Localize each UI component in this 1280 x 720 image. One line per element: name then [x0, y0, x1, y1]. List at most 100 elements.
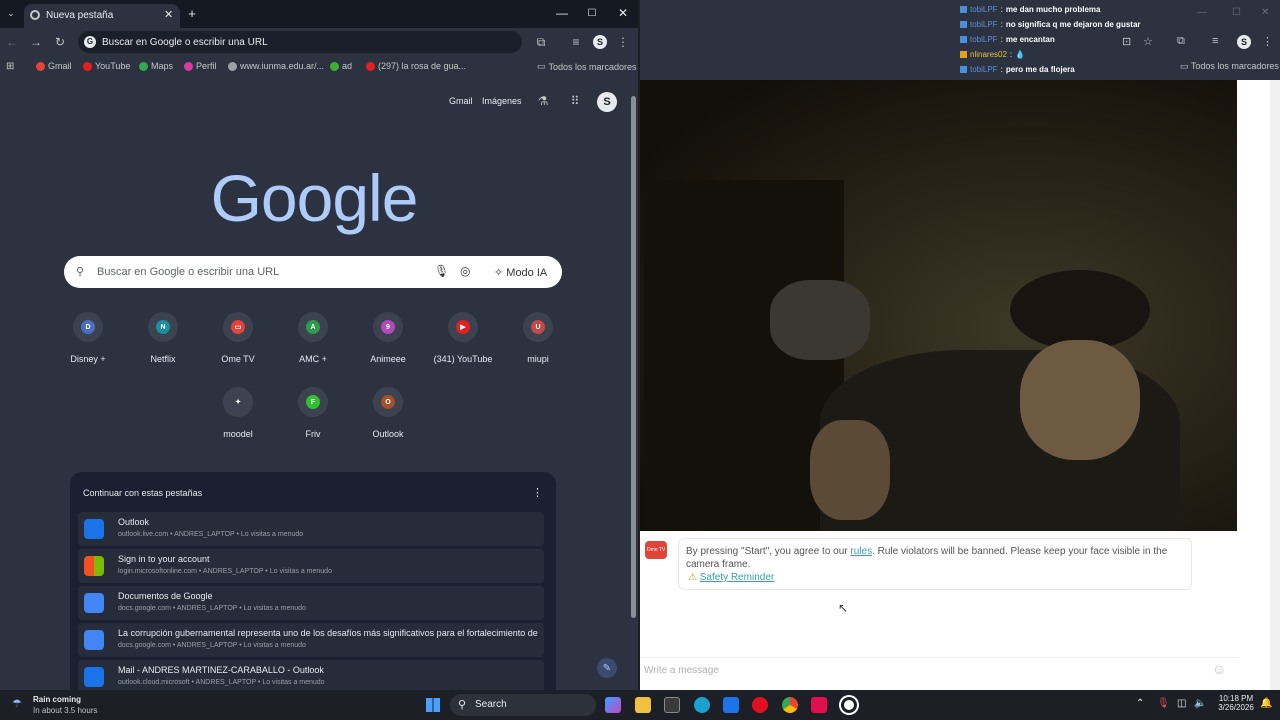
shortcut-circle: ▭: [223, 312, 253, 342]
back-icon[interactable]: ←: [6, 35, 18, 49]
volume-icon[interactable]: 🔈: [1194, 698, 1206, 709]
media-icon[interactable]: ≡: [1212, 35, 1218, 47]
reload-icon[interactable]: ↻: [54, 35, 66, 49]
forward-icon[interactable]: →: [30, 35, 42, 49]
bookmark-rosa[interactable]: (297) la rosa de gua...: [366, 61, 466, 71]
menu-icon[interactable]: ⋮: [617, 35, 629, 49]
minimize-icon[interactable]: —: [1197, 7, 1207, 18]
continue-item[interactable]: Mail - ANDRES MARTINEZ-CARABALLO - Outlo…: [78, 660, 544, 694]
omnibox[interactable]: G Buscar en Google o escribir una URL: [78, 31, 522, 53]
bookmark-label: www.iunma.edu.ar/...: [240, 61, 325, 71]
media-icon[interactable]: ≡: [569, 35, 583, 49]
tab-new-tab[interactable]: Nueva pestaña ✕: [24, 4, 180, 28]
continue-item[interactable]: Outlook outlook.live.com • ANDRES_LAPTOP …: [78, 512, 544, 546]
search-icon: ⚲: [76, 266, 85, 278]
bookmark-gmail[interactable]: Gmail: [36, 61, 72, 71]
continue-item[interactable]: Documentos de Google docs.google.com • AN…: [78, 586, 544, 620]
item-subtitle: outlook.cloud.microsoft • ANDRES_LAPTOP …: [118, 679, 325, 686]
tab-title: Nueva pestaña: [46, 10, 114, 21]
copilot-icon[interactable]: [605, 697, 621, 713]
shortcut-friv[interactable]: F Friv: [275, 387, 351, 439]
shortcut-moodel[interactable]: ✦ moodel: [200, 387, 276, 439]
profile-avatar[interactable]: S: [1237, 35, 1251, 49]
bookmark-perfil[interactable]: Perfil: [184, 61, 217, 71]
extensions-icon[interactable]: ⧉: [534, 35, 548, 49]
close-window-icon[interactable]: ✕: [617, 6, 629, 20]
search-box[interactable]: ⚲ Buscar en Google o escribir una URL 🎙 …: [64, 256, 562, 288]
minimize-icon[interactable]: —: [556, 6, 568, 20]
chat-separator: :: [1000, 5, 1003, 14]
folder-icon: ▭: [537, 61, 546, 71]
google-apps-icon[interactable]: ⠿: [568, 94, 582, 108]
shortcut-animeee[interactable]: 9 Animeee: [350, 312, 426, 364]
shortcut-ome-tv[interactable]: ▭ Ome TV: [200, 312, 276, 364]
rules-link[interactable]: rules: [850, 546, 872, 557]
tab-search-icon[interactable]: ⌄: [4, 6, 18, 20]
gmail-link[interactable]: Gmail: [449, 96, 473, 106]
outlook-icon: [84, 519, 104, 539]
extensions-icon[interactable]: ⧉: [1177, 35, 1185, 48]
outlook-icon[interactable]: [723, 697, 739, 713]
maximize-icon[interactable]: ☐: [1232, 7, 1241, 18]
shortcut-youtube[interactable]: ▶ (341) YouTube: [425, 312, 501, 364]
shortcut-netflix[interactable]: N Netflix: [125, 312, 201, 364]
shortcut-label: Ome TV: [221, 354, 255, 364]
new-tab-icon[interactable]: +: [186, 6, 198, 21]
message-bar: Write a message ☺: [640, 657, 1237, 681]
continue-title: Continuar con estas pestañas: [83, 488, 203, 498]
scrollbar-thumb[interactable]: [631, 96, 636, 618]
labs-icon[interactable]: ⚗: [536, 94, 550, 108]
shortcut-outlook[interactable]: O Outlook: [350, 387, 426, 439]
chrome-icon[interactable]: [782, 697, 798, 713]
taskbar-search[interactable]: ⚲ Search: [450, 694, 596, 716]
profile-avatar[interactable]: S: [593, 35, 607, 49]
all-bookmarks[interactable]: ▭ Todos los marcadores: [1180, 61, 1279, 72]
edit-pencil-icon[interactable]: ✎: [597, 658, 617, 678]
notification-icon[interactable]: 🔔: [1260, 698, 1272, 709]
more-options-icon[interactable]: ⋮: [532, 486, 543, 499]
tray-chevron-icon[interactable]: ⌃: [1136, 698, 1144, 709]
item-title: Documentos de Google: [118, 591, 213, 601]
chat-separator: :: [1000, 65, 1003, 74]
bookmark-maps[interactable]: Maps: [139, 61, 173, 71]
account-avatar[interactable]: S: [597, 92, 617, 112]
windows-start-icon[interactable]: [426, 698, 440, 712]
bookmark-ad[interactable]: ad: [330, 61, 352, 71]
shortcut-disney[interactable]: D Disney +: [50, 312, 126, 364]
lens-icon[interactable]: ◎: [460, 264, 470, 278]
safety-reminder-link[interactable]: Safety Reminder: [700, 572, 774, 583]
apps-icon[interactable]: ⊞: [6, 61, 14, 72]
bookmark-label: ad: [342, 61, 353, 71]
ai-mode-button[interactable]: ✧ Modo IA: [494, 266, 547, 279]
maximize-icon[interactable]: ☐: [586, 6, 598, 20]
continue-item[interactable]: Sign in to your account login.microsofton…: [78, 549, 544, 583]
edge-icon[interactable]: [694, 697, 710, 713]
file-explorer-icon[interactable]: [635, 697, 651, 713]
shortcut-amc[interactable]: A AMC +: [275, 312, 351, 364]
microphone-icon[interactable]: 🎙: [434, 264, 449, 278]
close-window-icon[interactable]: ✕: [1261, 7, 1269, 18]
close-tab-icon[interactable]: ✕: [164, 8, 173, 21]
obs-icon[interactable]: [841, 697, 857, 713]
bookmark-youtube[interactable]: YouTube: [83, 61, 130, 71]
images-link[interactable]: Imágenes: [482, 96, 522, 106]
emoji-icon[interactable]: ☺: [1212, 661, 1226, 677]
shortcut-label: Animeee: [370, 354, 406, 364]
network-icon[interactable]: ◫: [1177, 698, 1186, 709]
bookmark-iunma[interactable]: www.iunma.edu.ar/...: [228, 61, 324, 71]
store-icon[interactable]: [664, 697, 680, 713]
shortcut-miupi[interactable]: Umiupi: [500, 312, 576, 364]
shortcut-circle: 9: [373, 312, 403, 342]
taskbar-clock[interactable]: 10:18 PM 3/26/2026: [1216, 694, 1256, 712]
docs-icon: [84, 593, 104, 613]
opera-icon[interactable]: [752, 697, 768, 713]
tiktok-icon[interactable]: [811, 697, 827, 713]
continue-item[interactable]: La corrupción gubernamental representa u…: [78, 623, 544, 657]
right-scrollbar[interactable]: [1270, 80, 1280, 690]
microphone-icon[interactable]: 🎙: [1157, 698, 1170, 709]
all-bookmarks[interactable]: ▭ Todos los marcadores: [537, 61, 637, 72]
shortcut-icon: ▭: [231, 320, 245, 334]
menu-icon[interactable]: ⋮: [1262, 35, 1273, 48]
clock-time: 10:18 PM: [1218, 694, 1254, 703]
message-input[interactable]: Write a message: [644, 665, 719, 676]
